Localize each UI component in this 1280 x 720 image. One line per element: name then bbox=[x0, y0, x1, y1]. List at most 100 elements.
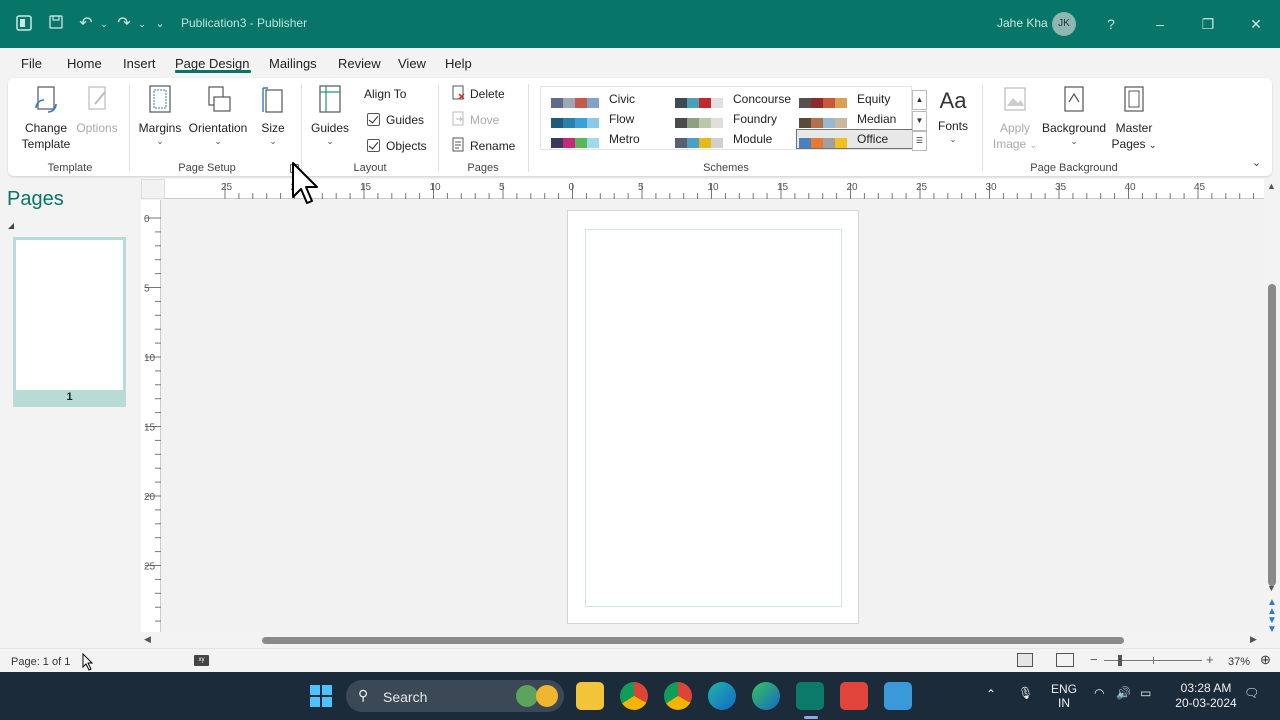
tab-view[interactable]: View bbox=[398, 56, 426, 71]
show-hidden-icons-icon[interactable]: ⌃ bbox=[986, 687, 996, 701]
previous-page-icon[interactable]: ▲ ▲ bbox=[1265, 598, 1279, 617]
tab-mailings[interactable]: Mailings bbox=[269, 56, 317, 71]
camtasia-icon[interactable] bbox=[840, 682, 868, 710]
scheme-equity[interactable]: Equity bbox=[797, 90, 917, 108]
wifi-icon[interactable]: ◠ bbox=[1094, 686, 1104, 700]
page-thumbnail[interactable]: 1 bbox=[13, 237, 126, 407]
windows-start-icon[interactable] bbox=[309, 684, 333, 708]
vertical-scrollbar[interactable]: ▲ ▼ ▲ ▲ ▼ ▼ bbox=[1264, 178, 1280, 648]
ruler-label: 25 bbox=[916, 182, 928, 193]
tab-review[interactable]: Review bbox=[338, 56, 381, 71]
customize-qat-icon[interactable]: ⌄ bbox=[150, 14, 170, 34]
margins-button[interactable]: Margins ⌄ bbox=[138, 84, 182, 146]
tab-help[interactable]: Help bbox=[445, 56, 472, 71]
tab-home[interactable]: Home bbox=[67, 56, 102, 71]
scheme-civic[interactable]: Civic bbox=[549, 90, 669, 108]
scheme-office[interactable]: Office bbox=[796, 129, 918, 149]
gallery-scroll-up-icon[interactable]: ▲ bbox=[912, 90, 927, 110]
scheme-swatches bbox=[551, 134, 603, 148]
scheme-name: Flow bbox=[609, 112, 635, 126]
publication-page[interactable] bbox=[567, 210, 859, 624]
tab-file[interactable]: File bbox=[21, 56, 42, 71]
horizontal-scrollbar[interactable]: ◀ ▶ bbox=[140, 632, 1264, 648]
collapse-ribbon-icon[interactable]: ⌄ bbox=[1252, 156, 1261, 169]
scheme-concourse[interactable]: Concourse bbox=[673, 90, 793, 108]
minimize-button[interactable]: – bbox=[1148, 12, 1172, 36]
notepad-icon[interactable] bbox=[884, 682, 912, 710]
apply-image-button[interactable]: Apply Image ⌄ bbox=[990, 84, 1040, 153]
chrome-profile-icon[interactable] bbox=[664, 682, 692, 710]
input-language[interactable]: ENG IN bbox=[1046, 682, 1082, 710]
undo-icon[interactable]: ↶ bbox=[76, 14, 96, 34]
user-name[interactable]: Jahe Kha bbox=[997, 16, 1048, 30]
guides-button[interactable]: Guides ⌄ bbox=[310, 84, 350, 146]
zoom-in-icon[interactable]: + bbox=[1206, 652, 1214, 667]
taskbar-search[interactable]: ⚲ Search bbox=[346, 680, 564, 712]
scroll-right-arrow-icon[interactable]: ▶ bbox=[1250, 634, 1257, 645]
clock[interactable]: 03:28 AM 20-03-2024 bbox=[1172, 681, 1240, 711]
move-page-button[interactable]: Move bbox=[452, 111, 499, 129]
edge-beta-icon[interactable] bbox=[752, 682, 780, 710]
file-explorer-icon[interactable] bbox=[576, 682, 604, 710]
ruler-label: 20 bbox=[144, 492, 156, 503]
size-button[interactable]: Size ⌄ bbox=[256, 84, 290, 146]
background-button[interactable]: Background ⌄ bbox=[1042, 84, 1106, 146]
options-button[interactable]: Options bbox=[74, 84, 120, 136]
undo-dropdown-icon[interactable]: ⌄ bbox=[94, 14, 114, 34]
gallery-expand-icon[interactable]: ☰ bbox=[912, 131, 927, 151]
redo-dropdown-icon[interactable]: ⌄ bbox=[132, 14, 152, 34]
ruler-label: 10 bbox=[430, 182, 442, 193]
two-page-view-icon[interactable] bbox=[1056, 653, 1074, 667]
change-template-button[interactable]: Change Template bbox=[18, 84, 74, 152]
horizontal-ruler[interactable]: 252015105051015202530354045 bbox=[165, 179, 1264, 199]
avatar[interactable]: JK bbox=[1052, 12, 1076, 36]
chrome-icon[interactable] bbox=[620, 682, 648, 710]
master-pages-button[interactable]: Master Pages ⌄ bbox=[1110, 84, 1158, 153]
scheme-metro[interactable]: Metro bbox=[549, 130, 669, 148]
background-label: Background bbox=[1042, 121, 1107, 135]
redo-icon[interactable]: ↷ bbox=[114, 14, 134, 34]
restore-button[interactable]: ❐ bbox=[1196, 12, 1220, 36]
volume-icon[interactable]: 🔊 bbox=[1116, 686, 1131, 700]
page-number-status[interactable]: Page: 1 of 1 bbox=[11, 656, 70, 668]
help-button[interactable]: ? bbox=[1099, 12, 1123, 36]
delete-page-button[interactable]: Delete bbox=[452, 85, 505, 103]
clock-date: 20-03-2024 bbox=[1175, 696, 1237, 710]
rename-page-button[interactable]: Rename bbox=[452, 137, 515, 155]
orientation-button[interactable]: Orientation ⌄ bbox=[186, 84, 250, 146]
battery-icon[interactable]: ▭ bbox=[1140, 686, 1151, 700]
close-button[interactable]: ✕ bbox=[1244, 12, 1268, 36]
guides-checkbox[interactable]: Guides bbox=[367, 111, 424, 129]
collapse-triangle-icon[interactable] bbox=[8, 223, 14, 229]
scroll-left-arrow-icon[interactable]: ◀ bbox=[144, 634, 151, 645]
color-swatch bbox=[687, 98, 699, 108]
group-separator bbox=[129, 84, 130, 172]
notifications-icon[interactable]: 🗨 bbox=[1244, 686, 1259, 700]
zoom-level[interactable]: 37% bbox=[1228, 656, 1250, 668]
scroll-up-arrow-icon[interactable]: ▲ bbox=[1267, 181, 1276, 191]
next-page-icon[interactable]: ▼ ▼ bbox=[1265, 616, 1279, 635]
ruler-corner[interactable] bbox=[141, 179, 165, 199]
tab-insert[interactable]: Insert bbox=[123, 56, 156, 71]
scheme-flow[interactable]: Flow bbox=[549, 110, 669, 128]
gallery-scroll-down-icon[interactable]: ▼ bbox=[912, 111, 927, 131]
horizontal-scrollbar-thumb[interactable] bbox=[262, 637, 1124, 644]
scheme-module[interactable]: Module bbox=[673, 130, 793, 148]
microphone-icon[interactable]: 🎙 bbox=[1018, 686, 1033, 700]
fonts-button[interactable]: Aa Fonts ⌄ bbox=[932, 88, 974, 144]
scheme-median[interactable]: Median bbox=[797, 110, 917, 128]
objects-checkbox[interactable]: Objects bbox=[367, 137, 427, 155]
zoom-slider-thumb[interactable] bbox=[1118, 655, 1122, 666]
options-label: Options bbox=[76, 121, 118, 135]
vertical-scrollbar-thumb[interactable] bbox=[1268, 284, 1276, 586]
edge-icon[interactable] bbox=[708, 682, 736, 710]
tab-page-design[interactable]: Page Design bbox=[175, 56, 249, 71]
vertical-ruler[interactable]: 0 5 10 15 20 25 bbox=[141, 200, 161, 632]
publisher-taskbar-icon[interactable] bbox=[796, 682, 824, 710]
fit-page-icon[interactable]: ⊕ bbox=[1260, 652, 1271, 668]
save-icon[interactable] bbox=[46, 14, 66, 34]
single-page-view-icon[interactable] bbox=[1017, 653, 1033, 667]
scheme-foundry[interactable]: Foundry bbox=[673, 110, 793, 128]
scroll-down-arrow-icon[interactable]: ▼ bbox=[1267, 583, 1276, 593]
zoom-out-icon[interactable]: − bbox=[1090, 652, 1098, 667]
